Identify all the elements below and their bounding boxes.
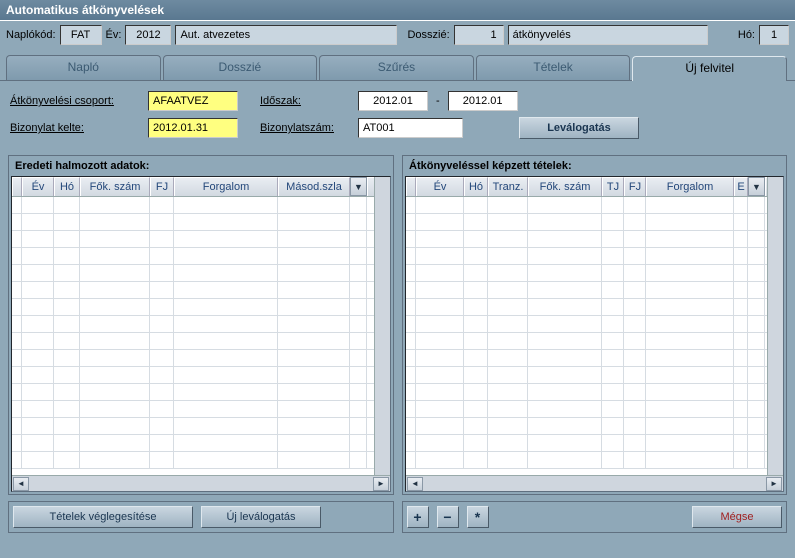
left-col-ho[interactable]: Hó (54, 177, 80, 196)
plus-button[interactable]: + (407, 506, 429, 528)
date-field[interactable]: 2012.01.31 (148, 118, 238, 138)
year-field[interactable]: 2012 (125, 25, 171, 45)
left-hscroll-left[interactable]: ◄ (13, 477, 29, 491)
star-button[interactable]: * (467, 506, 489, 528)
right-col-forgalom[interactable]: Forgalom (646, 177, 734, 196)
header-bar: Naplókód: FAT Év: 2012 Aut. atvezetes Do… (0, 21, 795, 49)
right-grid-panel: Átkönyveléssel képzett tételek: Év Hó Tr… (402, 155, 787, 495)
tab-tetelek[interactable]: Tételek (476, 55, 631, 80)
left-grid-body[interactable] (12, 197, 390, 475)
group-label: Átkönyvelési csoport: (10, 95, 140, 107)
left-hscroll-right[interactable]: ► (373, 477, 389, 491)
right-hscroll[interactable]: ◄ ► (406, 475, 783, 491)
tab-naplo[interactable]: Napló (6, 55, 161, 80)
period-dash: - (436, 95, 440, 107)
window-title: Automatikus átkönyvelések (0, 0, 795, 21)
right-col-tj[interactable]: TJ (602, 177, 624, 196)
left-grid-title: Eredeti halmozott adatok: (11, 158, 391, 176)
tab-bar: Napló Dosszié Szűrés Tételek Új felvitel (0, 49, 795, 81)
left-grid[interactable]: Év Hó Fők. szám FJ Forgalom Másod.szla ▼… (11, 176, 391, 492)
left-hscroll[interactable]: ◄ ► (12, 475, 390, 491)
right-col-fj[interactable]: FJ (624, 177, 646, 196)
group-field[interactable]: AFAATVEZ (148, 91, 238, 111)
ho-label: Hó: (738, 29, 755, 41)
grids-area: Eredeti halmozott adatok: Év Hó Fők. szá… (0, 155, 795, 495)
right-col-fokszam[interactable]: Fők. szám (528, 177, 602, 196)
right-grid-title: Átkönyveléssel képzett tételek: (405, 158, 784, 176)
right-grid[interactable]: Év Hó Tranz. Fők. szám TJ FJ Forgalom E … (405, 176, 784, 492)
left-grid-panel: Eredeti halmozott adatok: Év Hó Fők. szá… (8, 155, 394, 495)
cancel-button[interactable]: Mégse (692, 506, 782, 528)
right-col-e[interactable]: E (734, 177, 748, 196)
form-area: Átkönyvelési csoport: AFAATVEZ Időszak: … (0, 81, 795, 155)
docnum-field[interactable]: AT001 (358, 118, 463, 138)
tab-szures[interactable]: Szűrés (319, 55, 474, 80)
minus-button[interactable]: − (437, 506, 459, 528)
right-col-dropdown[interactable]: ▼ (748, 177, 765, 196)
right-col-tranz[interactable]: Tranz. (488, 177, 528, 196)
right-grid-body[interactable] (406, 197, 783, 475)
tab-uj-felvitel[interactable]: Új felvitel (632, 56, 787, 81)
right-col-ho[interactable]: Hó (464, 177, 488, 196)
right-vscroll[interactable] (767, 177, 783, 475)
left-col-fokszam[interactable]: Fők. szám (80, 177, 150, 196)
left-col-masodszla[interactable]: Másod.szla (278, 177, 350, 196)
naplokod-field[interactable]: FAT (60, 25, 102, 45)
footer-bar: Tételek véglegesítése Új leválogatás + −… (0, 495, 795, 541)
left-col-ev[interactable]: Év (22, 177, 54, 196)
right-hscroll-right[interactable]: ► (766, 477, 782, 491)
left-col-forgalom[interactable]: Forgalom (174, 177, 278, 196)
footer-left: Tételek véglegesítése Új leválogatás (8, 501, 394, 533)
left-col-fj[interactable]: FJ (150, 177, 174, 196)
year-label: Év: (106, 29, 122, 41)
right-hscroll-left[interactable]: ◄ (407, 477, 423, 491)
period-from-field[interactable]: 2012.01 (358, 91, 428, 111)
footer-right: + − * Mégse (402, 501, 788, 533)
right-col-ev[interactable]: Év (416, 177, 464, 196)
select-button[interactable]: Leválogatás (519, 117, 639, 139)
tab-dosszie[interactable]: Dosszié (163, 55, 318, 80)
date-label: Bizonylat kelte: (10, 122, 140, 134)
left-col-dropdown[interactable]: ▼ (350, 177, 367, 196)
dosszie-num-field[interactable]: 1 (454, 25, 504, 45)
naplokod-label: Naplókód: (6, 29, 56, 41)
dosszie-type-field[interactable]: átkönyvelés (508, 25, 708, 45)
period-to-field[interactable]: 2012.01 (448, 91, 518, 111)
finalize-button[interactable]: Tételek véglegesítése (13, 506, 193, 528)
desc-field[interactable]: Aut. atvezetes (175, 25, 397, 45)
docnum-label: Bizonylatszám: (260, 122, 350, 134)
dosszie-label: Dosszié: (407, 29, 449, 41)
left-vscroll[interactable] (374, 177, 390, 475)
period-label: Időszak: (260, 95, 350, 107)
ho-field[interactable]: 1 (759, 25, 789, 45)
new-select-button[interactable]: Új leválogatás (201, 506, 321, 528)
